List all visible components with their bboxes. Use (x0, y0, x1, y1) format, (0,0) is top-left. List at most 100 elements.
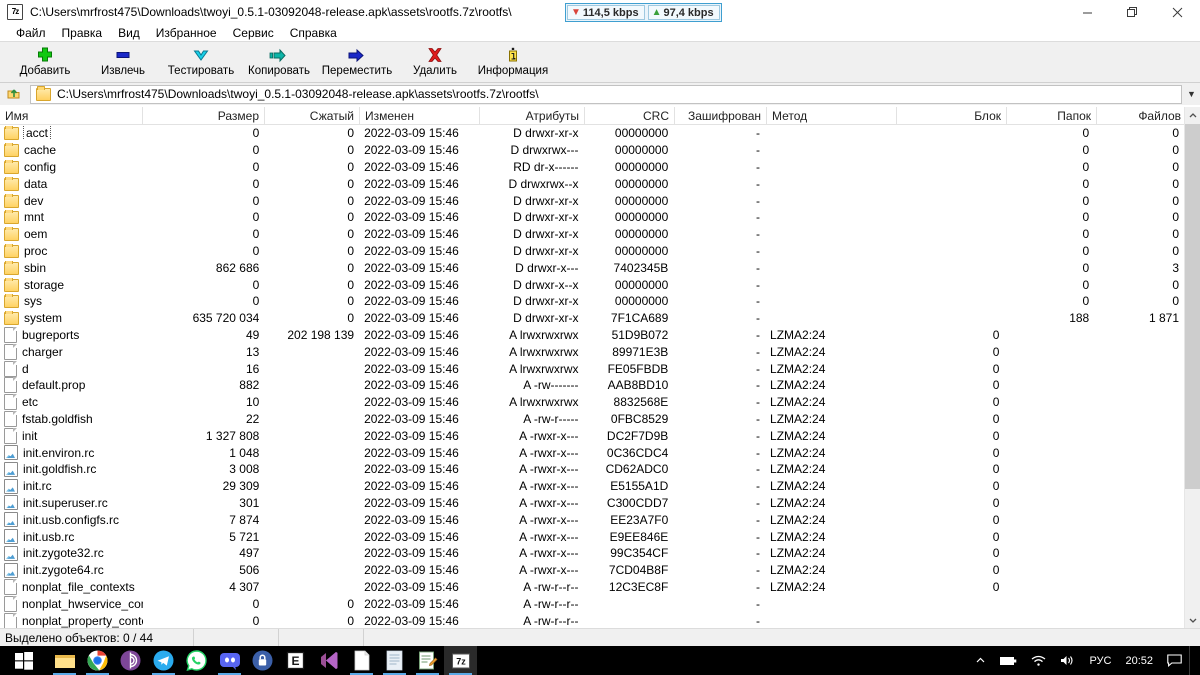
table-row[interactable]: init.rc 29 309 2022-03-09 15:46 A -rwxr-x--… (0, 478, 1184, 495)
table-row[interactable]: init 1 327 808 2022-03-09 15:46 A -rwxr-x--… (0, 427, 1184, 444)
wifi-icon[interactable] (1024, 646, 1053, 675)
table-row[interactable]: etc 10 2022-03-09 15:46 A lrwxrwxrwx 8832568… (0, 394, 1184, 411)
taskbar-7zip-icon[interactable]: 7z (444, 646, 477, 675)
cell-size: 29 309 (222, 479, 260, 494)
column-header-encrypted[interactable]: Зашифрован (675, 107, 767, 125)
column-header-block[interactable]: Блок (897, 107, 1007, 125)
scroll-down-button[interactable] (1185, 611, 1200, 628)
table-row[interactable]: init.zygote32.rc 497 2022-03-09 15:46 A -rw… (0, 545, 1184, 562)
taskbar-chrome-icon[interactable] (81, 646, 114, 675)
column-header-name[interactable]: Имя (0, 107, 143, 125)
taskbar-everything-search-icon[interactable]: E (279, 646, 312, 675)
toolbar-button-копировать[interactable]: Копировать (240, 42, 318, 82)
taskbar-tor-browser-icon[interactable] (114, 646, 147, 675)
close-button[interactable] (1155, 0, 1200, 24)
menu-item-5[interactable]: Справка (282, 26, 345, 40)
folder-up-icon[interactable] (2, 84, 26, 104)
maximize-button[interactable] (1110, 0, 1155, 24)
chevron-up-icon[interactable] (968, 646, 993, 675)
menu-item-3[interactable]: Избранное (148, 26, 225, 40)
table-row[interactable]: cache 0 0 2022-03-09 15:46 D drwxrwx--- 00000… (0, 142, 1184, 159)
taskbar-discord-icon[interactable] (213, 646, 246, 675)
menu-item-1[interactable]: Правка (54, 26, 111, 40)
table-row[interactable]: acct 0 0 2022-03-09 15:46 D drwxr-xr-x 000000… (0, 125, 1184, 142)
language-indicator[interactable]: РУС (1082, 646, 1118, 675)
table-row[interactable]: config 0 0 2022-03-09 15:46 RD dr-x------ 000… (0, 159, 1184, 176)
chevron-down-icon[interactable]: ▼ (1183, 85, 1200, 104)
speaker-icon[interactable] (1053, 646, 1082, 675)
taskbar-text-document-icon[interactable] (345, 646, 378, 675)
column-header-packed[interactable]: Сжатый (265, 107, 360, 125)
folder-icon (4, 243, 19, 258)
table-row[interactable]: sbin 862 686 0 2022-03-09 15:46 D drwxr-x---… (0, 259, 1184, 276)
address-field[interactable]: C:\Users\mrfrost475\Downloads\twoyi_0.5.… (30, 84, 1182, 104)
table-row[interactable]: init.superuser.rc 301 2022-03-09 15:46 A -r… (0, 495, 1184, 512)
table-row[interactable]: nonplat_hwservice_cont... 0 0 2022-03-09 15… (0, 595, 1184, 612)
menu-item-4[interactable]: Сервис (225, 26, 282, 40)
table-row[interactable]: init.zygote64.rc 506 2022-03-09 15:46 A -rw… (0, 562, 1184, 579)
scroll-up-button[interactable] (1185, 107, 1200, 124)
toolbar-button-удалить[interactable]: Удалить (396, 42, 474, 82)
scrollbar-track[interactable] (1185, 124, 1200, 611)
table-row[interactable]: nonplat_property_conte... 0 0 2022-03-09 15… (0, 612, 1184, 628)
notification-icon[interactable] (1160, 646, 1189, 675)
network-speed-monitor[interactable]: ▼ 114,5 kbps ▲ 97,4 kbps (565, 3, 722, 22)
table-row[interactable]: proc 0 0 2022-03-09 15:46 D drwxr-xr-x 000000… (0, 243, 1184, 260)
taskbar-file-explorer-icon[interactable] (48, 646, 81, 675)
file-list[interactable]: acct 0 0 2022-03-09 15:46 D drwxr-xr-x 000000… (0, 125, 1184, 628)
clock[interactable]: 20:52 (1118, 646, 1160, 675)
column-header-modified[interactable]: Изменен (360, 107, 480, 125)
column-header-files[interactable]: Файлов (1097, 107, 1187, 125)
table-row[interactable]: init.usb.rc 5 721 2022-03-09 15:46 A -rwxr-… (0, 528, 1184, 545)
file-name-label: sbin (24, 260, 47, 275)
cell-name: etc (0, 394, 143, 411)
table-row[interactable]: mnt 0 0 2022-03-09 15:46 D drwxr-xr-x 0000000… (0, 209, 1184, 226)
table-row[interactable]: bugreports 49 202 198 139 2022-03-09 15:46 A… (0, 326, 1184, 344)
toolbar-button-добавить[interactable]: Добавить (6, 42, 84, 82)
table-row[interactable]: fstab.goldfish 22 2022-03-09 15:46 A -rw-r-… (0, 410, 1184, 428)
download-speed-value: 114,5 kbps (582, 6, 639, 19)
file-name-label: init.zygote64.rc (23, 563, 104, 578)
cell-modified: 2022-03-09 15:46 (364, 176, 459, 191)
vertical-scrollbar[interactable] (1184, 107, 1200, 628)
menu-item-0[interactable]: Файл (8, 26, 54, 40)
taskbar-notepad-edit-icon[interactable] (411, 646, 444, 675)
cell-size: 0 (252, 227, 260, 242)
cell-modified: 2022-03-09 15:46 (364, 361, 459, 376)
table-row[interactable]: sys 0 0 2022-03-09 15:46 D drwxr-xr-x 0000000… (0, 293, 1184, 310)
column-header-attrs[interactable]: Атрибуты (480, 107, 585, 125)
taskbar-notepad-icon[interactable] (378, 646, 411, 675)
toolbar-button-переместить[interactable]: Переместить (318, 42, 396, 82)
cell-files: 0 (1172, 243, 1179, 258)
table-row[interactable]: oem 0 0 2022-03-09 15:46 D drwxr-xr-x 0000000… (0, 226, 1184, 243)
taskbar-whatsapp-icon[interactable] (180, 646, 213, 675)
scrollbar-thumb[interactable] (1185, 124, 1200, 490)
table-row[interactable]: d 16 2022-03-09 15:46 A lrwxrwxrwx FE05FBDB -… (0, 360, 1184, 377)
windows-start-icon[interactable] (0, 646, 48, 675)
column-header-size[interactable]: Размер (143, 107, 265, 125)
column-header-method[interactable]: Метод (767, 107, 897, 125)
table-row[interactable]: init.usb.configfs.rc 7 874 2022-03-09 15:4… (0, 511, 1184, 528)
table-row[interactable]: data 0 0 2022-03-09 15:46 D drwxrwx--x 000000… (0, 175, 1184, 192)
table-row[interactable]: charger 13 2022-03-09 15:46 A lrwxrwxrwx 899… (0, 343, 1184, 360)
show-desktop-button[interactable] (1189, 646, 1200, 675)
table-row[interactable]: storage 0 0 2022-03-09 15:46 D drwxr-x--x 000… (0, 276, 1184, 293)
table-row[interactable]: system 635 720 034 0 2022-03-09 15:46 D drwx… (0, 310, 1184, 327)
table-row[interactable]: init.goldfish.rc 3 008 2022-03-09 15:46 A -… (0, 461, 1184, 478)
table-row[interactable]: default.prop 882 2022-03-09 15:46 A -rw----… (0, 377, 1184, 394)
cell-size: 16 (245, 361, 260, 376)
table-row[interactable]: nonplat_file_contexts 4 307 2022-03-09 15:… (0, 578, 1184, 596)
column-header-crc[interactable]: CRC (585, 107, 675, 125)
taskbar-lock-app-icon[interactable] (246, 646, 279, 675)
column-header-folders[interactable]: Папок (1007, 107, 1097, 125)
toolbar-button-извлечь[interactable]: Извлечь (84, 42, 162, 82)
taskbar-telegram-icon[interactable] (147, 646, 180, 675)
toolbar-button-тестировать[interactable]: Тестировать (162, 42, 240, 82)
menu-item-2[interactable]: Вид (110, 26, 148, 40)
battery-icon[interactable] (993, 646, 1024, 675)
table-row[interactable]: init.environ.rc 1 048 2022-03-09 15:46 A -r… (0, 444, 1184, 461)
table-row[interactable]: dev 0 0 2022-03-09 15:46 D drwxr-xr-x 0000000… (0, 192, 1184, 209)
toolbar-button-информация[interactable]: Информация (474, 42, 552, 82)
taskbar-vs-code-icon[interactable] (312, 646, 345, 675)
minimize-button[interactable] (1065, 0, 1110, 24)
